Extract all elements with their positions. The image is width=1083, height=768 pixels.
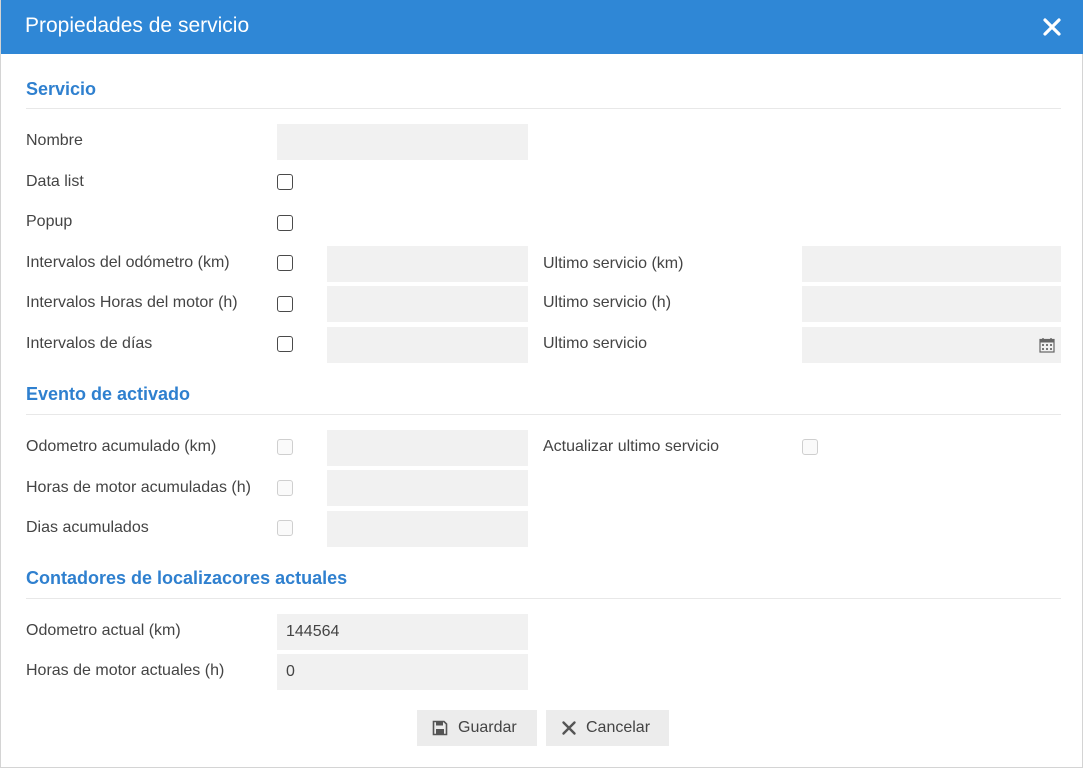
cancel-button[interactable]: Cancelar bbox=[546, 710, 669, 746]
service-properties-dialog: Propiedades de servicio Servicio Nombre … bbox=[0, 0, 1083, 768]
nombre-input[interactable] bbox=[277, 124, 528, 160]
odometer-interval-checkbox[interactable] bbox=[277, 255, 293, 271]
calendar-icon[interactable] bbox=[1039, 337, 1055, 353]
days-interval-checkbox[interactable] bbox=[277, 336, 293, 352]
section-evento-title: Evento de activado bbox=[26, 384, 191, 404]
last-service-h-input[interactable] bbox=[802, 286, 1061, 322]
section-servicio-title: Servicio bbox=[26, 79, 97, 99]
accumulated-engine-hours-label: Horas de motor acumuladas (h) bbox=[26, 479, 251, 496]
accumulated-days-input bbox=[327, 511, 528, 547]
cancel-button-label: Cancelar bbox=[586, 719, 651, 736]
close-icon[interactable] bbox=[1041, 16, 1063, 38]
last-service-date-input[interactable] bbox=[802, 327, 1061, 363]
save-button-label: Guardar bbox=[458, 719, 517, 736]
popup-label: Popup bbox=[26, 213, 73, 230]
accumulated-engine-hours-input bbox=[327, 470, 528, 506]
divider bbox=[26, 108, 1061, 109]
dialog-titlebar: Propiedades de servicio bbox=[1, 0, 1083, 54]
odometer-interval-label: Intervalos del odómetro (km) bbox=[26, 254, 230, 271]
update-last-service-checkbox bbox=[802, 439, 818, 455]
engine-hours-interval-input[interactable] bbox=[327, 286, 528, 322]
accumulated-engine-hours-checkbox bbox=[277, 480, 293, 496]
last-service-km-label: Ultimo servicio (km) bbox=[543, 255, 684, 272]
engine-hours-interval-label: Intervalos Horas del motor (h) bbox=[26, 294, 238, 311]
current-engine-hours-input[interactable]: 0 bbox=[277, 654, 528, 690]
days-interval-input[interactable] bbox=[327, 327, 528, 363]
current-engine-hours-label: Horas de motor actuales (h) bbox=[26, 662, 225, 679]
data-list-checkbox[interactable] bbox=[277, 174, 293, 190]
accumulated-odometer-input bbox=[327, 430, 528, 466]
last-service-h-label: Ultimo servicio (h) bbox=[543, 294, 672, 311]
engine-hours-interval-checkbox[interactable] bbox=[277, 296, 293, 312]
current-odometer-input[interactable]: 144564 bbox=[277, 614, 528, 650]
odometer-interval-input[interactable] bbox=[327, 246, 528, 282]
floppy-disk-icon bbox=[432, 720, 448, 736]
divider bbox=[26, 598, 1061, 599]
accumulated-odometer-checkbox bbox=[277, 439, 293, 455]
last-service-km-input[interactable] bbox=[802, 246, 1061, 282]
x-icon bbox=[562, 721, 576, 735]
last-service-label: Ultimo servicio bbox=[543, 335, 648, 352]
accumulated-days-checkbox bbox=[277, 520, 293, 536]
current-odometer-label: Odometro actual (km) bbox=[26, 622, 181, 639]
save-button[interactable]: Guardar bbox=[417, 710, 537, 746]
popup-checkbox[interactable] bbox=[277, 215, 293, 231]
divider bbox=[26, 414, 1061, 415]
accumulated-odometer-label: Odometro acumulado (km) bbox=[26, 438, 217, 455]
nombre-label: Nombre bbox=[26, 132, 83, 149]
dialog-title: Propiedades de servicio bbox=[25, 14, 250, 37]
update-last-service-label: Actualizar ultimo servicio bbox=[543, 438, 720, 455]
data-list-label: Data list bbox=[26, 173, 84, 190]
days-interval-label: Intervalos de días bbox=[26, 335, 153, 352]
section-contadores-title: Contadores de localizacores actuales bbox=[26, 568, 348, 588]
accumulated-days-label: Dias acumulados bbox=[26, 519, 149, 536]
